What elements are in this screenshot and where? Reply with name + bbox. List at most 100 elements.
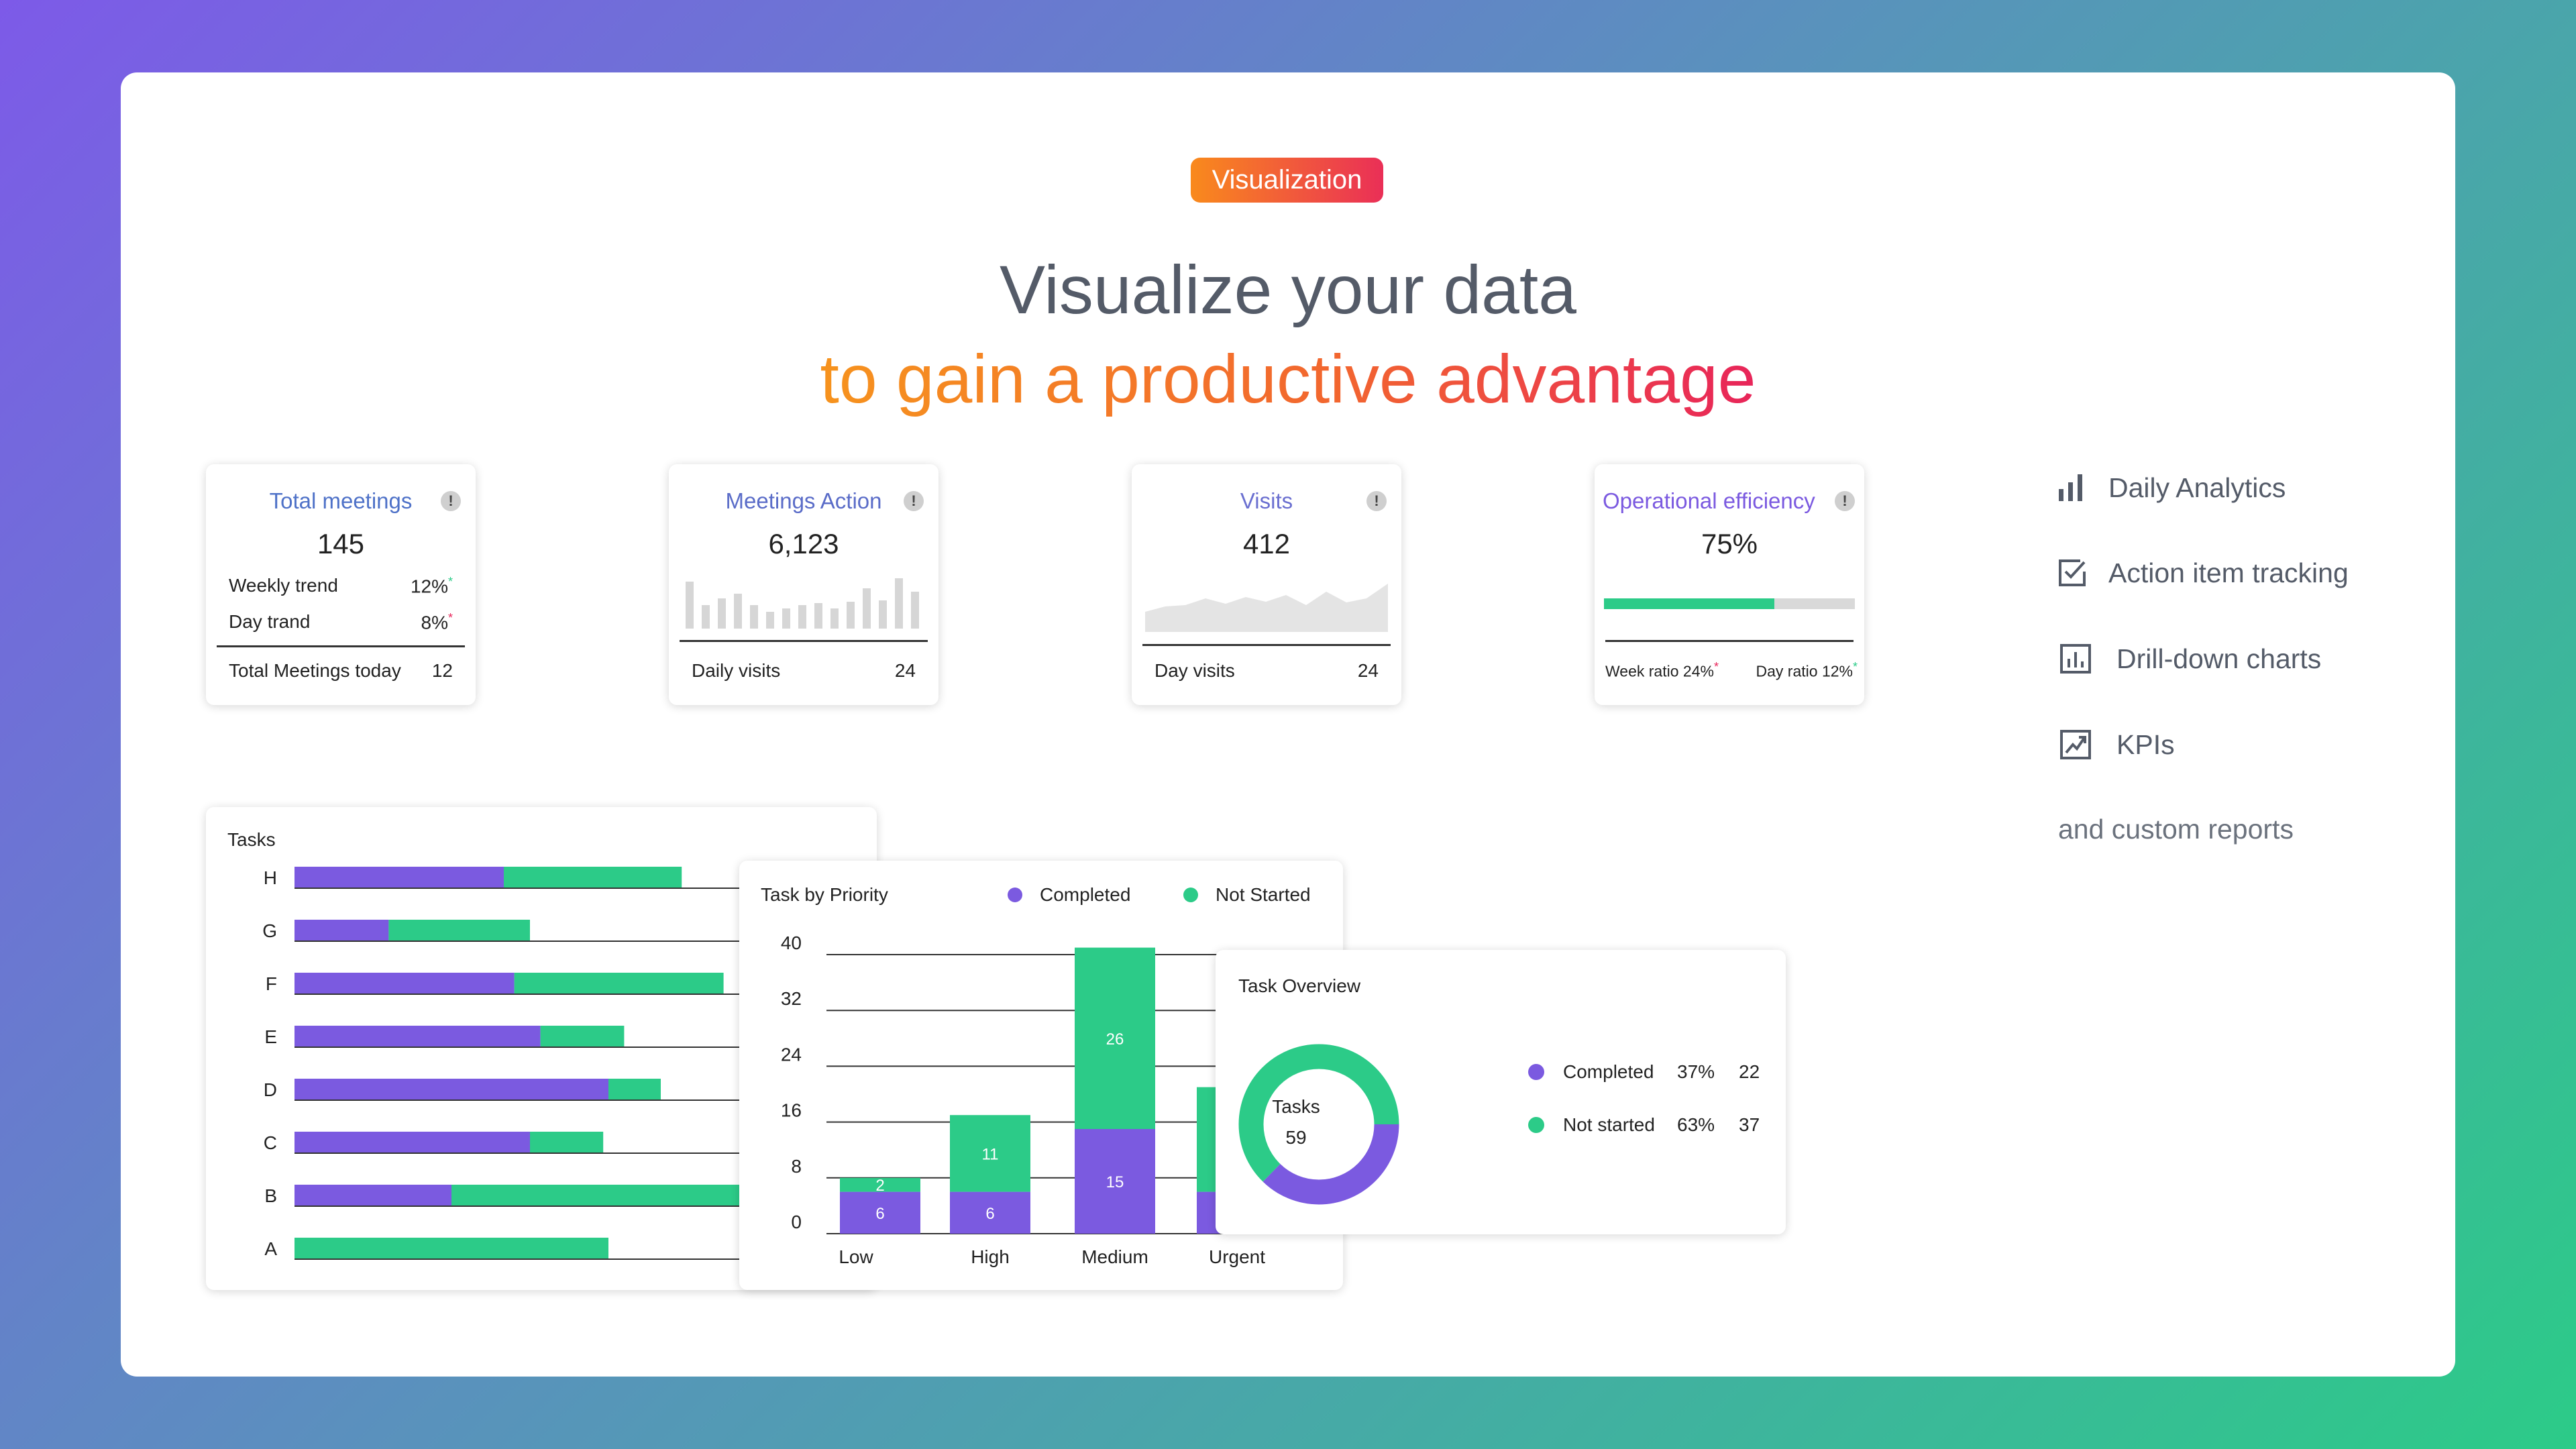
x-tick-label: Urgent	[1209, 1246, 1265, 1267]
legend-name: Completed	[1563, 1061, 1654, 1082]
x-tick-label: High	[971, 1246, 1010, 1267]
feature-drill-down-charts[interactable]: Drill-down charts	[2056, 639, 2321, 679]
tick-label: C	[264, 1132, 277, 1153]
donut-chart	[1238, 1044, 1399, 1205]
divider	[217, 645, 465, 647]
legend-name: Not started	[1563, 1114, 1655, 1135]
bar-segment	[294, 920, 389, 941]
chart-box-icon	[2060, 644, 2091, 674]
divider	[1605, 640, 1854, 642]
data-label: 11	[982, 1145, 999, 1163]
legend-count: 22	[1739, 1061, 1760, 1082]
data-label: 26	[1106, 1030, 1124, 1049]
bar-segment	[294, 973, 515, 994]
trend-icon	[2060, 730, 2091, 759]
kpi-card-total-meetings[interactable]: Total meetings ! 145 Weekly trend 12%* D…	[206, 464, 476, 705]
bar-segment	[294, 1132, 530, 1153]
info-icon[interactable]: !	[441, 491, 461, 511]
data-label: 6	[875, 1205, 884, 1223]
day-ratio-wrap: Day ratio 12%*	[1756, 660, 1858, 681]
checkbox-icon	[2059, 559, 2086, 586]
footer-value: 24	[1357, 660, 1379, 681]
donut-center-label: Tasks	[1272, 1096, 1320, 1117]
bar-segment	[294, 1026, 541, 1047]
legend-percent: 37%	[1677, 1061, 1715, 1082]
kpi-value: 145	[317, 528, 365, 559]
legend-count: 37	[1739, 1114, 1760, 1135]
tick-label: F	[266, 973, 277, 994]
donut-center-value: 59	[1285, 1127, 1307, 1148]
x-tick-label: Medium	[1081, 1246, 1148, 1267]
trend-up-icon: *	[447, 575, 453, 588]
section-badge: Visualization	[1191, 158, 1383, 203]
feature-action-item-tracking[interactable]: Action item tracking	[2056, 553, 2349, 593]
bar-segment	[451, 1185, 765, 1206]
feature-label: Drill-down charts	[2116, 643, 2322, 674]
tick-label: H	[264, 867, 277, 888]
day-trend-value: 8%	[421, 612, 448, 633]
weekly-trend-value-wrap: 12%*	[411, 575, 453, 597]
day-ratio: Day ratio 12%	[1756, 662, 1853, 680]
divider	[1142, 644, 1391, 646]
sparkline-bars	[686, 578, 919, 629]
legend-percent: 63%	[1677, 1114, 1715, 1135]
info-icon[interactable]: !	[1366, 491, 1387, 511]
sparkline-area	[1145, 584, 1388, 632]
kpi-card-meetings-action[interactable]: Meetings Action ! 6,123 Daily visits 24	[669, 464, 938, 705]
tick-label: G	[262, 920, 277, 941]
bar-segment	[530, 1132, 604, 1153]
kpi-title: Operational efficiency	[1603, 488, 1815, 513]
ratio-row: Week ratio 24%* Day ratio 12%*	[1605, 660, 1858, 681]
info-icon[interactable]: !	[904, 491, 924, 511]
kpi-value: 75%	[1701, 528, 1758, 559]
kpi-value: 6,123	[768, 528, 839, 559]
legend-dot	[1528, 1064, 1544, 1080]
info-icon[interactable]: !	[1835, 491, 1855, 511]
feature-label: KPIs	[2116, 729, 2175, 760]
y-tick-label: 0	[791, 1212, 802, 1232]
data-label: 15	[1106, 1173, 1124, 1191]
week-ratio-wrap: Week ratio 24%*	[1605, 660, 1719, 681]
y-tick-label: 32	[781, 988, 802, 1009]
footer-row: Total Meetings today 12	[229, 660, 453, 682]
bar-segment	[294, 1238, 608, 1259]
y-tick-label: 8	[791, 1156, 802, 1177]
footer-value: 12	[431, 660, 453, 681]
data-label: 2	[875, 1177, 884, 1195]
kpi-title: Meetings Action	[725, 488, 882, 513]
y-tick-label: 16	[781, 1100, 802, 1121]
trend-down-icon: *	[447, 611, 453, 625]
footer-row: Daily visits 24	[692, 660, 916, 682]
data-label: 6	[985, 1205, 994, 1223]
week-ratio: Week ratio 24%	[1605, 662, 1714, 680]
kpi-card-visits[interactable]: Visits ! 412 Day visits 24	[1132, 464, 1401, 705]
x-tick-label: Low	[839, 1246, 873, 1267]
weekly-trend-value: 12%	[410, 576, 448, 597]
bar-segment	[294, 867, 504, 888]
kpi-title: Total meetings	[269, 488, 413, 513]
divider	[680, 640, 928, 642]
footer-label: Day visits	[1155, 660, 1235, 681]
tick-label: D	[264, 1079, 277, 1100]
footer-label: Total Meetings today	[229, 660, 401, 681]
headline-line1: Visualize your data	[1000, 252, 1576, 328]
weekly-trend-label: Weekly trend	[229, 575, 338, 596]
trend-up-icon: *	[1852, 660, 1858, 674]
y-tick-label: 40	[781, 932, 802, 953]
kpi-value: 412	[1242, 528, 1291, 559]
bar-segment	[504, 867, 682, 888]
efficiency-progress-fill	[1604, 598, 1775, 609]
footer-row: Day visits 24	[1155, 660, 1379, 682]
footer-label: Daily visits	[692, 660, 781, 681]
day-trend-row: Day trand 8%*	[229, 611, 453, 633]
tick-label: A	[264, 1238, 277, 1259]
feature-kpis[interactable]: KPIs	[2056, 724, 2175, 765]
task-overview-card[interactable]: Task Overview Tasks 59 Completed 37% 22 …	[1216, 950, 1786, 1234]
bar-segment	[514, 973, 724, 994]
bar-segment	[294, 1079, 608, 1100]
feature-daily-analytics[interactable]: Daily Analytics	[2056, 468, 2286, 508]
feature-label: Action item tracking	[2108, 557, 2349, 588]
tick-label: B	[264, 1185, 277, 1206]
kpi-card-operational-efficiency[interactable]: Operational efficiency ! 75% Week ratio …	[1595, 464, 1864, 705]
day-trend-value-wrap: 8%*	[421, 611, 453, 633]
